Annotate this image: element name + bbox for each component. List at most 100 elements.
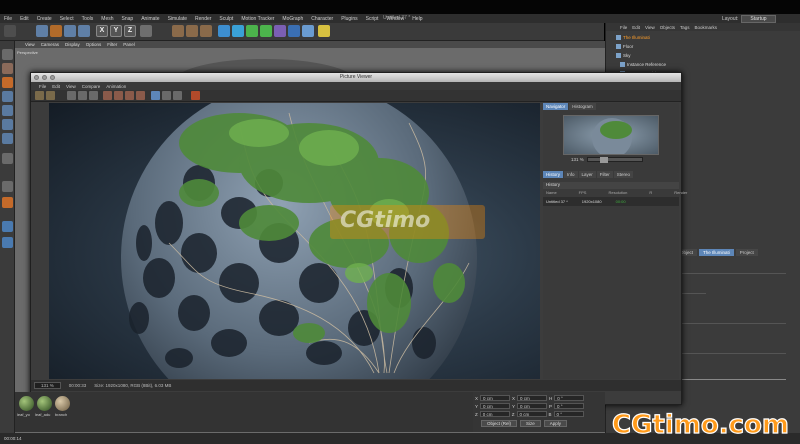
tab-histogram[interactable]: Histogram	[569, 103, 596, 110]
model-mode-icon[interactable]	[2, 63, 13, 74]
tweak-mode-icon[interactable]	[2, 181, 13, 192]
axis-x-button[interactable]: X	[96, 25, 108, 37]
array-icon[interactable]	[260, 25, 272, 37]
object-row-sky[interactable]: Sky	[616, 52, 631, 59]
move-tool-icon[interactable]	[50, 25, 62, 37]
menu-tools[interactable]: Tools	[78, 16, 98, 22]
menu-help[interactable]: Help	[408, 16, 426, 22]
swap-ab-icon[interactable]	[136, 91, 145, 100]
menu-character[interactable]: Character	[307, 16, 337, 22]
material-branch[interactable]	[55, 396, 70, 411]
zoom-slider-handle[interactable]	[599, 157, 608, 163]
tab-layer[interactable]: Layer	[578, 171, 596, 178]
cube-icon[interactable]	[218, 25, 230, 37]
rotation-h-field[interactable]: 0 °	[554, 395, 585, 401]
points-mode-icon[interactable]	[2, 105, 13, 116]
spline-pen-icon[interactable]	[232, 25, 244, 37]
material-leaf-young[interactable]	[19, 396, 34, 411]
render-view-icon[interactable]	[172, 25, 184, 37]
menu-mograph[interactable]: MoGraph	[278, 16, 307, 22]
om-menu-objects[interactable]: Objects	[660, 25, 675, 30]
attr-tab-project[interactable]: Project	[735, 249, 758, 256]
pv-menu-view[interactable]: View	[66, 84, 76, 89]
tab-info[interactable]: Info	[564, 171, 578, 178]
zoom-slider[interactable]	[586, 157, 643, 163]
material-leaf-adult[interactable]	[37, 396, 52, 411]
coordinate-mode-dropdown[interactable]: Object (Rel)	[481, 420, 518, 427]
zoom-icon[interactable]	[162, 91, 171, 100]
menu-create[interactable]: Create	[33, 16, 56, 22]
fit-view-icon[interactable]	[151, 91, 160, 100]
menu-render[interactable]: Render	[191, 16, 215, 22]
workplane-icon[interactable]	[2, 91, 13, 102]
menu-plugins[interactable]: Plugins	[337, 16, 361, 22]
render-settings-icon[interactable]	[200, 25, 212, 37]
attribute-row[interactable]	[676, 273, 786, 274]
menu-file[interactable]: File	[0, 16, 16, 22]
om-menu-edit[interactable]: Edit	[632, 25, 640, 30]
tab-stereo[interactable]: Stereo	[613, 171, 634, 178]
menu-sculpt[interactable]: Sculpt	[215, 16, 237, 22]
size-y-field[interactable]: 0 cm	[517, 403, 548, 409]
pv-menu-file[interactable]: File	[39, 84, 46, 89]
axis-z-button[interactable]: Z	[124, 25, 136, 37]
snapping-icon[interactable]	[2, 197, 13, 208]
render-selected-icon[interactable]	[89, 91, 98, 100]
channel-icon[interactable]	[173, 91, 182, 100]
position-y-field[interactable]: 0 cm	[480, 403, 511, 409]
om-menu-view[interactable]: View	[645, 25, 655, 30]
tab-filter[interactable]: Filter	[596, 171, 613, 178]
history-row[interactable]: Untitled 37 * 1920x1080 00:00	[543, 197, 679, 206]
object-row-the-illuminati[interactable]: The Illuminati	[616, 34, 650, 41]
pv-menu-animation[interactable]: Animation	[106, 84, 126, 89]
set-b-icon[interactable]	[125, 91, 134, 100]
polygons-mode-icon[interactable]	[2, 133, 13, 144]
open-image-icon[interactable]	[35, 91, 44, 100]
render-picture-viewer-icon[interactable]	[186, 25, 198, 37]
position-z-field[interactable]: 0 cm	[479, 411, 510, 417]
light-icon[interactable]	[318, 25, 330, 37]
select-tool-icon[interactable]	[36, 25, 48, 37]
grid-icon[interactable]	[2, 237, 13, 248]
apply-button[interactable]: Apply	[543, 420, 568, 427]
pv-menu-edit[interactable]: Edit	[52, 84, 60, 89]
object-row-floor[interactable]: Floor	[616, 43, 633, 50]
save-image-icon[interactable]	[46, 91, 55, 100]
menu-simulate[interactable]: Simulate	[164, 16, 191, 22]
om-menu-bookmarks[interactable]: Bookmarks	[695, 25, 718, 30]
stop-render-icon[interactable]	[67, 91, 76, 100]
pv-menu-compare[interactable]: Compare	[82, 84, 101, 89]
make-editable-icon[interactable]	[2, 49, 13, 60]
axis-mode-icon[interactable]	[2, 153, 13, 164]
coordinate-system-icon[interactable]	[140, 25, 152, 37]
rotation-p-field[interactable]: 0 °	[554, 403, 585, 409]
scale-tool-icon[interactable]	[64, 25, 76, 37]
navigator-thumbnail[interactable]	[563, 115, 659, 155]
size-mode-dropdown[interactable]: Size	[520, 420, 541, 427]
menu-select[interactable]: Select	[56, 16, 78, 22]
deformer-icon[interactable]	[274, 25, 286, 37]
menu-edit[interactable]: Edit	[16, 16, 33, 22]
lock-workplane-icon[interactable]	[2, 221, 13, 232]
attribute-row[interactable]	[676, 323, 786, 324]
set-a-icon[interactable]	[114, 91, 123, 100]
size-z-field[interactable]: 0 cm	[516, 411, 547, 417]
floor-icon[interactable]	[288, 25, 300, 37]
om-menu-file[interactable]: File	[620, 25, 627, 30]
ab-compare-icon[interactable]	[103, 91, 112, 100]
rotation-b-field[interactable]: 0 °	[553, 411, 584, 417]
menu-mesh[interactable]: Mesh	[97, 16, 117, 22]
interactive-render-icon[interactable]	[191, 91, 200, 100]
layout-dropdown[interactable]: Startup	[741, 15, 776, 23]
camera-icon[interactable]	[302, 25, 314, 37]
menu-animate[interactable]: Animate	[137, 16, 163, 22]
undo-icon[interactable]	[4, 25, 16, 37]
object-row-instance-reference[interactable]: Instance Reference	[620, 61, 666, 68]
menu-script[interactable]: Script	[362, 16, 383, 22]
subdivision-icon[interactable]	[246, 25, 258, 37]
status-zoom-field[interactable]: 131 %	[34, 382, 61, 389]
rotate-tool-icon[interactable]	[78, 25, 90, 37]
size-x-field[interactable]: 0 cm	[517, 395, 548, 401]
position-x-field[interactable]: 0 cm	[480, 395, 511, 401]
menu-motion-tracker[interactable]: Motion Tracker	[237, 16, 278, 22]
